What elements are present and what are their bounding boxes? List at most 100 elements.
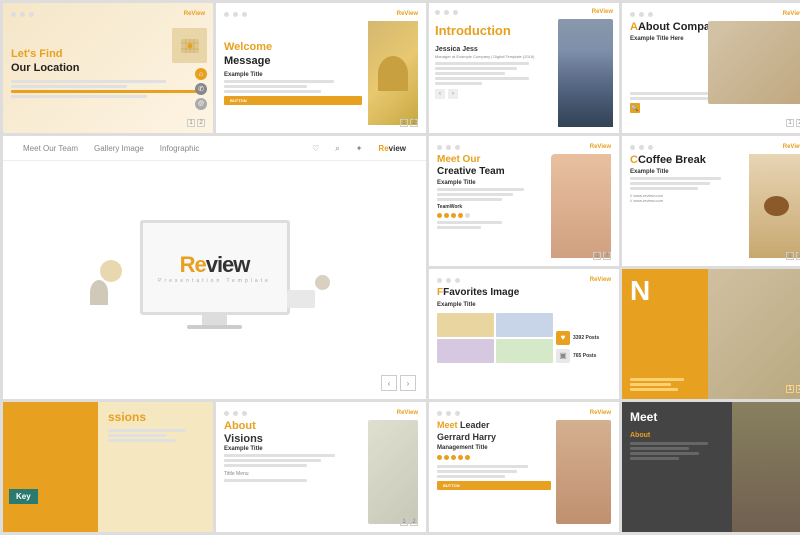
tab-gallery[interactable]: Gallery Image bbox=[94, 144, 144, 154]
logo-small-2: ReView bbox=[397, 11, 418, 17]
monitor-base bbox=[187, 325, 242, 329]
search-icon[interactable]: 🔍 bbox=[630, 103, 640, 113]
n-letter: N bbox=[630, 277, 650, 305]
settings-icon[interactable]: ✦ bbox=[356, 144, 363, 154]
team-title: Meet Our Creative Team bbox=[437, 154, 546, 178]
sessions-orange-panel bbox=[3, 402, 98, 532]
topbar-visions: ReView bbox=[224, 410, 418, 416]
slide-sessions[interactable]: ssions Key bbox=[3, 402, 213, 532]
deco-ball bbox=[315, 275, 330, 290]
intro-person-image bbox=[558, 19, 613, 127]
logo-fav: ReView bbox=[590, 277, 611, 283]
coffee-title: CCoffee Break bbox=[630, 154, 744, 167]
deco-pot bbox=[90, 280, 108, 305]
slide-grid: ReView Let's Find Our Location bbox=[0, 0, 800, 535]
review-logo-tab: Review bbox=[378, 144, 406, 154]
slide-topbar-2: ReView bbox=[224, 11, 418, 17]
topbar-favorites: ReView bbox=[437, 277, 611, 283]
welcome-title: Welcome Message bbox=[224, 41, 362, 69]
dot1 bbox=[11, 12, 16, 17]
fav-count2: 765 Posts bbox=[573, 353, 596, 359]
team-couple-image bbox=[551, 154, 611, 258]
sessions-title: ssions bbox=[108, 410, 205, 424]
phone-icon: ✆ bbox=[198, 85, 204, 93]
n-room-image bbox=[708, 269, 800, 399]
location-text bbox=[11, 80, 205, 98]
coffee-image bbox=[749, 154, 800, 258]
nav-dots-coffee: 1 7 bbox=[786, 252, 800, 260]
coffee-link2: // www.review.com bbox=[630, 198, 744, 203]
prev-arrow[interactable]: ‹ bbox=[381, 375, 397, 391]
monitor-display: Review Presentation Template bbox=[130, 220, 300, 335]
slide-nav[interactable]: ‹ › bbox=[381, 375, 416, 391]
topbar-coffee: ReView bbox=[630, 144, 800, 150]
slide-gerrard[interactable]: ReView Meet Leader Gerrard Harry Managem… bbox=[429, 402, 619, 532]
slide-introduction[interactable]: ReView Introduction Jessica Jess Manager… bbox=[429, 3, 619, 133]
slide-visions[interactable]: ReView About Visions Example Title Tittl… bbox=[216, 402, 426, 532]
company-room-image bbox=[708, 21, 800, 104]
topbar-team: ReView bbox=[437, 144, 611, 150]
rating-bar bbox=[437, 213, 546, 218]
gerrard-person-image bbox=[556, 420, 611, 524]
slide-welcome[interactable]: ReView Welcome Message Example Title BUT… bbox=[216, 3, 426, 133]
intro-nav: ‹ › bbox=[435, 89, 552, 99]
home-icon: ⌂ bbox=[199, 71, 203, 78]
mail-icon: @ bbox=[198, 101, 204, 107]
topbar-gerrard: ReView bbox=[437, 410, 611, 416]
slide-location[interactable]: ReView Let's Find Our Location bbox=[3, 3, 213, 133]
review-tabs[interactable]: Meet Our Team Gallery Image Infographic … bbox=[3, 144, 426, 161]
logo-small-3: ReView bbox=[592, 9, 613, 15]
visions-example: Example Title bbox=[224, 446, 363, 452]
visions-menu: Tittle Menu bbox=[224, 471, 363, 477]
tab-infographic[interactable]: Infographic bbox=[160, 144, 200, 154]
logo-gerrard: ReView bbox=[590, 410, 611, 416]
fav-count1: 3392 Posts bbox=[573, 335, 599, 341]
favorites-stats: ♥ 3392 Posts ▣ 765 Posts bbox=[556, 302, 611, 391]
nav-dots-2: 1 2 bbox=[400, 119, 418, 127]
monitor-screen: Review Presentation Template bbox=[140, 220, 290, 315]
map-icon bbox=[180, 36, 200, 56]
slide-favorites[interactable]: ReView FFavorites Image Example Title bbox=[429, 269, 619, 399]
nav-dots-n: 1 2 bbox=[786, 385, 800, 393]
dot2 bbox=[20, 12, 25, 17]
gerrard-management: Management Title bbox=[437, 445, 551, 451]
slide-coffee-break[interactable]: ReView CCoffee Break Example Title // ww… bbox=[622, 136, 800, 266]
search-icon-main[interactable]: ⌕ bbox=[335, 144, 339, 154]
welcome-btn[interactable]: BUTTON bbox=[224, 96, 362, 105]
review-subtitle: Presentation Template bbox=[158, 278, 271, 284]
slide-creative-team[interactable]: ReView Meet Our Creative Team Example Ti… bbox=[429, 136, 619, 266]
team-word: TeamWork bbox=[437, 204, 546, 210]
favorites-title: FFavorites Image bbox=[437, 287, 611, 299]
logo-team: ReView bbox=[590, 144, 611, 150]
logo-small: ReView bbox=[184, 11, 205, 17]
nav-dots-1: 1 2 bbox=[187, 119, 205, 127]
n-text bbox=[630, 378, 698, 391]
meet-dark-panel: Meet About bbox=[622, 402, 736, 532]
slide-meet-last[interactable]: Meet About bbox=[622, 402, 800, 532]
next-arrow[interactable]: › bbox=[400, 375, 416, 391]
monitor-stand bbox=[202, 315, 227, 325]
fav-example: Example Title bbox=[437, 302, 553, 308]
tab-meet-team[interactable]: Meet Our Team bbox=[23, 144, 78, 154]
team-example: Example Title bbox=[437, 180, 546, 186]
intro-name: Jessica Jess bbox=[435, 46, 552, 53]
logo-coffee: ReView bbox=[783, 144, 800, 150]
review-title: Review bbox=[158, 252, 271, 278]
slide-about-company[interactable]: ReView AAbout Company Example Title Here… bbox=[622, 3, 800, 133]
visions-image bbox=[368, 420, 418, 524]
intro-role: Manager at Example Company | Digital Tem… bbox=[435, 54, 552, 59]
nav-dots-4: 1 2 bbox=[786, 119, 800, 127]
gerrard-title: Meet Leader Gerrard Harry bbox=[437, 420, 551, 443]
gerrard-btn[interactable]: BUTTON bbox=[437, 481, 551, 490]
heart-icon: ♡ bbox=[312, 144, 319, 154]
meet-person-image bbox=[732, 402, 800, 532]
coffee-example: Example Title bbox=[630, 169, 744, 175]
slide-review-main[interactable]: Meet Our Team Gallery Image Infographic … bbox=[3, 136, 426, 399]
gerrard-rating bbox=[437, 455, 551, 460]
slide-n-orange[interactable]: N 1 2 bbox=[622, 269, 800, 399]
logo-small-4: ReView bbox=[783, 11, 800, 17]
about-label: About bbox=[630, 432, 728, 439]
dot3 bbox=[29, 12, 34, 17]
logo-visions: ReView bbox=[397, 410, 418, 416]
key-badge: Key bbox=[9, 489, 38, 504]
